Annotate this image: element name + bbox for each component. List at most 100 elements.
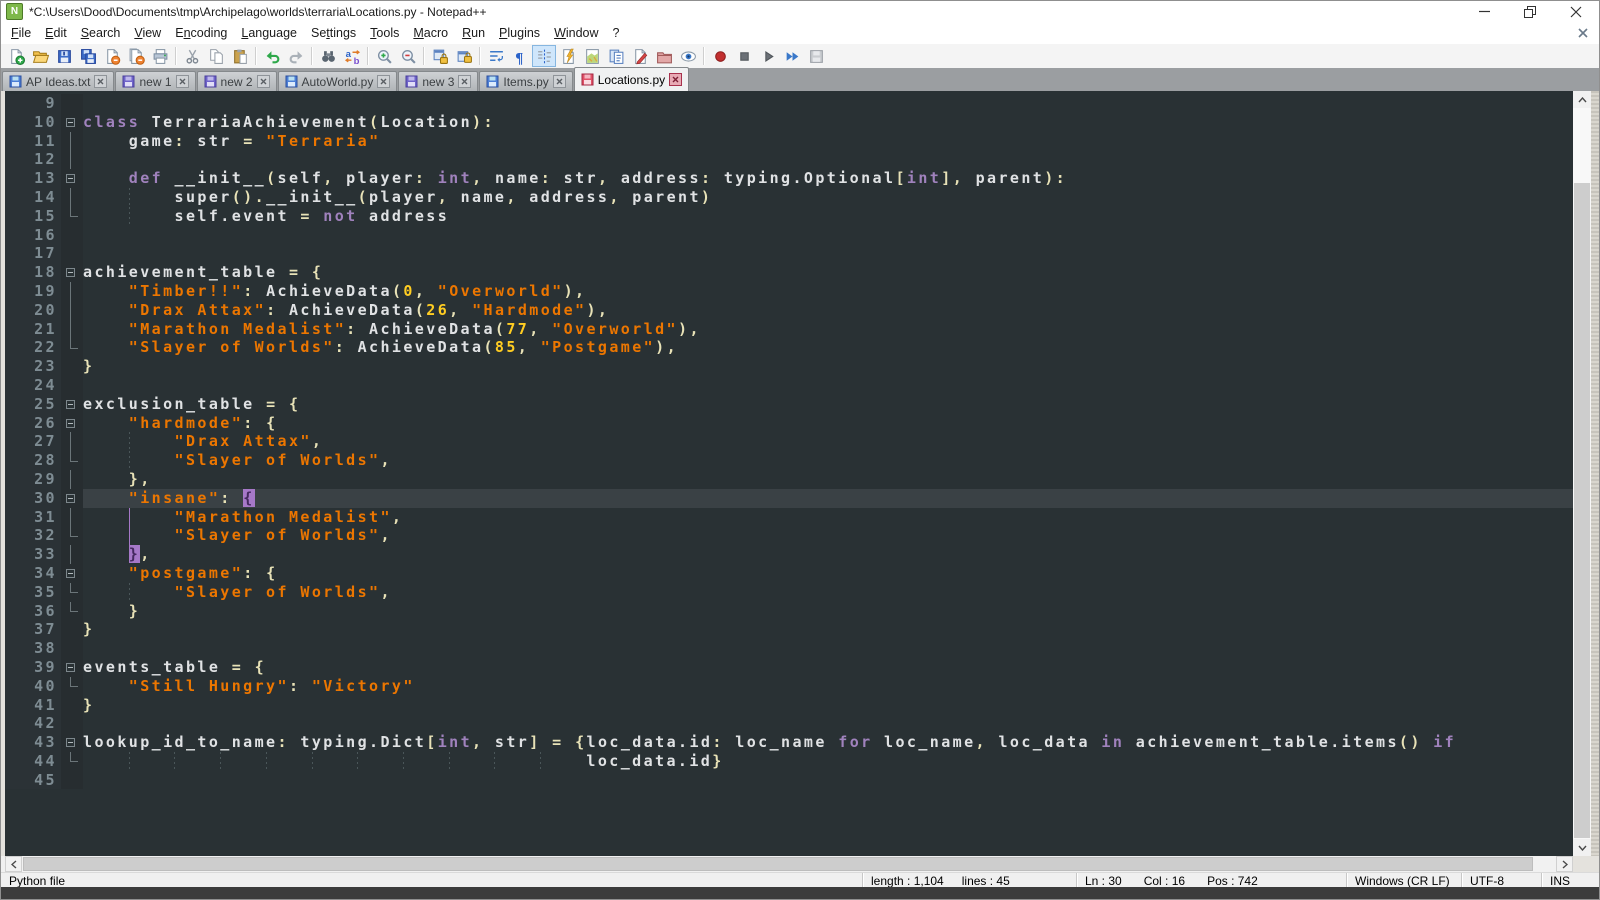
print-button[interactable]	[148, 45, 172, 67]
horizontal-scrollbar[interactable]	[5, 856, 1573, 872]
replace-button[interactable]: ab	[340, 45, 364, 67]
macro-run-multiple-button[interactable]	[780, 45, 804, 67]
tab-close-icon[interactable]	[458, 75, 471, 88]
scroll-left-arrow[interactable]	[5, 856, 22, 872]
cut-button[interactable]	[180, 45, 204, 67]
fold-marker[interactable]	[66, 738, 75, 747]
tab-close-icon[interactable]	[669, 73, 682, 86]
fold-marker[interactable]	[66, 663, 75, 672]
code-line-text[interactable]	[83, 714, 1573, 733]
editor[interactable]: 910class TerrariaAchievement(Location):1…	[5, 91, 1573, 856]
fold-margin[interactable]	[61, 169, 83, 188]
macro-save-button[interactable]	[804, 45, 828, 67]
code-line-text[interactable]: },	[83, 545, 1573, 564]
scroll-right-arrow[interactable]	[1556, 856, 1573, 872]
code-line-text[interactable]	[83, 94, 1573, 113]
close-button[interactable]	[1553, 1, 1599, 22]
menu-view[interactable]: View	[127, 24, 168, 42]
zoom-out-button[interactable]	[396, 45, 420, 67]
fold-margin[interactable]	[61, 564, 83, 583]
tab-close-icon[interactable]	[94, 75, 107, 88]
code-line-text[interactable]	[83, 771, 1573, 790]
code-line-text[interactable]: "Slayer of Worlds",	[83, 583, 1573, 602]
tab-ap-ideas-txt[interactable]: AP Ideas.txt	[2, 71, 114, 91]
code-line-text[interactable]: events_table = {	[83, 658, 1573, 677]
code-line-text[interactable]: "Marathon Medalist",	[83, 508, 1573, 527]
macro-stop-button[interactable]	[732, 45, 756, 67]
copy-button[interactable]	[204, 45, 228, 67]
code-line-text[interactable]: exclusion_table = {	[83, 395, 1573, 414]
code-line-text[interactable]	[83, 226, 1573, 245]
menu-language[interactable]: Language	[234, 24, 304, 42]
macro-record-button[interactable]	[708, 45, 732, 67]
fold-marker[interactable]	[66, 569, 75, 578]
menu-encoding[interactable]: Encoding	[168, 24, 234, 42]
menu-help[interactable]: ?	[606, 24, 627, 42]
tab-close-icon[interactable]	[553, 75, 566, 88]
fold-margin[interactable]	[61, 113, 83, 132]
menu-search[interactable]: Search	[74, 24, 128, 42]
code-line-text[interactable]: },	[83, 470, 1573, 489]
word-wrap-button[interactable]	[484, 45, 508, 67]
fold-margin[interactable]	[61, 733, 83, 752]
menu-plugins[interactable]: Plugins	[492, 24, 547, 42]
close-button[interactable]	[100, 45, 124, 67]
menu-run[interactable]: Run	[455, 24, 492, 42]
save-button[interactable]	[52, 45, 76, 67]
code-line-text[interactable]	[83, 376, 1573, 395]
fold-margin[interactable]	[61, 395, 83, 414]
define-language-button[interactable]	[556, 45, 580, 67]
horizontal-scroll-thumb[interactable]	[23, 857, 1533, 871]
open-file-button[interactable]	[28, 45, 52, 67]
code-line-text[interactable]: super().__init__(player, name, address, …	[83, 188, 1573, 207]
find-button[interactable]	[316, 45, 340, 67]
fold-margin[interactable]	[61, 658, 83, 677]
scroll-up-arrow[interactable]	[1573, 91, 1591, 108]
code-line-text[interactable]: "Slayer of Worlds",	[83, 526, 1573, 545]
close-all-button[interactable]	[124, 45, 148, 67]
tab-autoworld-py[interactable]: AutoWorld.py	[278, 71, 398, 91]
tab-new-2[interactable]: new 2	[197, 71, 277, 91]
code-line-text[interactable]: "Marathon Medalist": AchieveData(77, "Ov…	[83, 320, 1573, 339]
fold-marker[interactable]	[66, 400, 75, 409]
zoom-in-button[interactable]	[372, 45, 396, 67]
scroll-down-arrow[interactable]	[1573, 839, 1591, 856]
fold-margin[interactable]	[61, 489, 83, 508]
code-line-text[interactable]: }	[83, 602, 1573, 621]
document-map-button[interactable]	[580, 45, 604, 67]
menu-settings[interactable]: Settings	[304, 24, 363, 42]
fold-margin[interactable]	[61, 414, 83, 433]
code-line-text[interactable]: "Still Hungry": "Victory"	[83, 677, 1573, 696]
document-switcher-button[interactable]	[628, 45, 652, 67]
code-line-text[interactable]: "insane": {	[83, 489, 1573, 508]
paste-button[interactable]	[228, 45, 252, 67]
code-line-text[interactable]: }	[83, 620, 1573, 639]
vertical-scrollbar[interactable]	[1573, 91, 1591, 856]
macro-play-button[interactable]	[756, 45, 780, 67]
code-line-text[interactable]	[83, 639, 1573, 658]
fold-marker[interactable]	[66, 494, 75, 503]
minimize-button[interactable]	[1461, 1, 1507, 22]
save-all-button[interactable]	[76, 45, 100, 67]
code-line-text[interactable]: self.event = not address	[83, 207, 1573, 226]
code-line-text[interactable]: game: str = "Terraria"	[83, 132, 1573, 151]
new-file-button[interactable]	[4, 45, 28, 67]
sync-vertical-scroll-button[interactable]	[428, 45, 452, 67]
sync-horizontal-scroll-button[interactable]	[452, 45, 476, 67]
code-line-text[interactable]: "hardmode": {	[83, 414, 1573, 433]
code-line-text[interactable]: "Slayer of Worlds": AchieveData(85, "Pos…	[83, 338, 1573, 357]
menu-tools[interactable]: Tools	[363, 24, 406, 42]
code-line-text[interactable]: achievement_table = {	[83, 263, 1573, 282]
vertical-scroll-thumb[interactable]	[1574, 183, 1590, 838]
menu-macro[interactable]: Macro	[406, 24, 455, 42]
undo-button[interactable]	[260, 45, 284, 67]
fold-marker[interactable]	[66, 118, 75, 127]
tab-close-icon[interactable]	[257, 75, 270, 88]
tab-new-1[interactable]: new 1	[115, 71, 195, 91]
fold-margin[interactable]	[61, 263, 83, 282]
fold-marker[interactable]	[66, 268, 75, 277]
code-line-text[interactable]: "Slayer of Worlds",	[83, 451, 1573, 470]
code-line-text[interactable]: lookup_id_to_name: typing.Dict[int, str]…	[83, 733, 1573, 752]
menu-edit[interactable]: Edit	[38, 24, 74, 42]
code-line-text[interactable]: def __init__(self, player: int, name: st…	[83, 169, 1573, 188]
